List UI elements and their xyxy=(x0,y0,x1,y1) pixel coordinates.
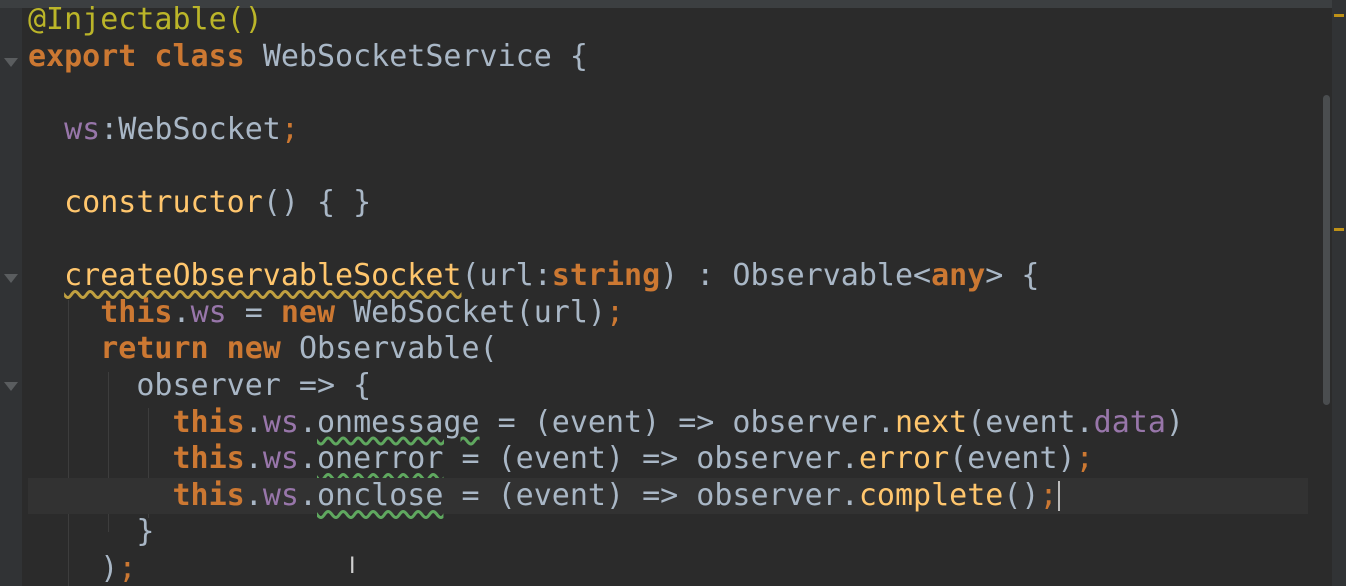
warning-marker[interactable] xyxy=(1334,228,1344,231)
code-token: . xyxy=(172,294,191,330)
error-stripe xyxy=(1332,0,1346,586)
code-token: ws xyxy=(262,404,299,440)
code-token: onerror xyxy=(317,441,444,477)
code-token: :WebSocket xyxy=(100,111,281,147)
code-token: ) xyxy=(28,551,119,586)
code-token: onmessage xyxy=(317,404,480,440)
text-ibeam-icon: I xyxy=(349,554,356,579)
code-area[interactable]: @Injectable() export class WebSocketServi… xyxy=(28,0,1328,586)
code-token: > { xyxy=(985,258,1040,294)
code-token: createObservableSocket xyxy=(64,258,462,294)
code-line[interactable]: constructor() { } xyxy=(28,185,371,221)
code-token: complete xyxy=(858,477,1004,513)
code-token: = (event) => observer. xyxy=(443,477,859,513)
code-token: this xyxy=(100,294,173,330)
code-token: new xyxy=(280,294,354,330)
code-token: () xyxy=(1003,477,1040,513)
code-token: ws xyxy=(262,477,299,513)
warning-marker[interactable] xyxy=(1334,14,1344,17)
code-token: . xyxy=(244,404,263,440)
code-token: ws xyxy=(262,441,299,477)
code-token: = xyxy=(226,294,281,330)
code-line[interactable]: this.ws.onerror = (event) => observer.er… xyxy=(28,441,1094,477)
code-token: ; xyxy=(118,551,137,586)
code-token: = (event) => observer. xyxy=(479,404,895,440)
code-token: ; xyxy=(1039,477,1058,513)
fold-arrow-icon[interactable] xyxy=(4,58,18,67)
code-line[interactable]: } xyxy=(28,514,154,550)
code-line[interactable]: @Injectable() xyxy=(28,2,263,38)
code-line[interactable]: this.ws.onclose = (event) => observer.co… xyxy=(28,477,1308,514)
code-token: ; xyxy=(606,294,625,330)
code-line[interactable]: export class WebSocketService { xyxy=(28,39,588,75)
code-token: return new xyxy=(100,331,299,367)
code-token: any xyxy=(931,258,986,294)
code-token: WebSocket(url) xyxy=(353,294,606,330)
code-token: constructor xyxy=(64,185,263,220)
code-token: = (event) => observer. xyxy=(443,441,859,477)
code-token: onclose xyxy=(317,477,444,513)
code-token: . xyxy=(298,477,317,513)
vertical-scrollbar-thumb[interactable] xyxy=(1323,95,1330,405)
fold-arrow-icon[interactable] xyxy=(4,274,18,283)
code-line[interactable]: this.ws = new WebSocket(url); xyxy=(28,295,624,331)
code-token: this xyxy=(172,404,245,440)
code-line[interactable]: ws:WebSocket; xyxy=(28,112,299,148)
code-line[interactable]: observer => { xyxy=(28,368,371,404)
code-token: ; xyxy=(280,111,299,147)
code-token: data xyxy=(1093,404,1166,440)
code-token: observer => { xyxy=(28,368,372,403)
fold-arrow-icon[interactable] xyxy=(4,382,18,391)
code-token: . xyxy=(244,477,263,513)
code-token: . xyxy=(244,441,263,477)
code-token: ws xyxy=(190,294,227,330)
code-token: export class xyxy=(28,38,263,74)
code-line[interactable]: this.ws.onmessage = (event) => observer.… xyxy=(28,405,1184,441)
code-token: (event) xyxy=(949,441,1076,477)
code-line[interactable]: createObservableSocket(url:string) : Obs… xyxy=(28,258,1039,294)
code-token: () { } xyxy=(262,185,372,220)
code-token: ws xyxy=(64,111,101,147)
code-token: ) : Observable< xyxy=(660,258,932,294)
code-line[interactable]: ); xyxy=(28,551,136,586)
code-token: ) xyxy=(1165,404,1184,440)
editor-gutter xyxy=(0,8,22,586)
code-token: (url: xyxy=(461,258,552,294)
code-token: . xyxy=(298,441,317,477)
code-token: } xyxy=(28,514,155,550)
code-token: . xyxy=(298,404,317,440)
code-token: WebSocketService { xyxy=(262,38,588,74)
text-caret xyxy=(1057,481,1060,512)
code-line[interactable]: return new Observable( xyxy=(28,331,498,367)
code-editor[interactable]: @Injectable() export class WebSocketServi… xyxy=(0,0,1346,586)
code-token: @Injectable() xyxy=(28,2,263,37)
code-token: ; xyxy=(1075,441,1094,477)
code-token: error xyxy=(858,441,950,477)
code-token: this xyxy=(172,441,245,477)
code-token: next xyxy=(894,404,968,440)
code-token: (event. xyxy=(967,404,1094,440)
code-token: this xyxy=(172,477,245,513)
code-token: Observable( xyxy=(298,331,498,367)
code-token: string xyxy=(551,258,661,294)
